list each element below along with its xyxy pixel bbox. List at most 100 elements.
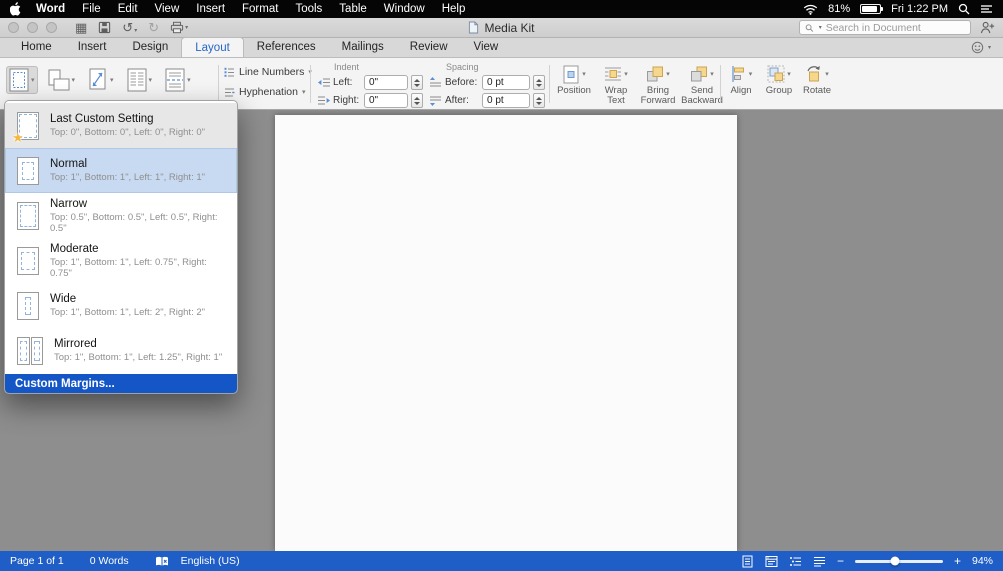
zoom-slider[interactable] xyxy=(855,560,943,563)
menubar-clock[interactable]: Fri 1:22 PM xyxy=(891,3,948,15)
margins-icon xyxy=(9,68,29,92)
indent-right-field[interactable]: 0" xyxy=(364,93,408,108)
battery-percent: 81% xyxy=(828,3,850,15)
language-status[interactable]: English (US) xyxy=(181,555,240,567)
redo-icon[interactable]: ↻ xyxy=(148,21,159,34)
print-layout-view-icon[interactable] xyxy=(741,555,754,568)
group-button[interactable]: ▾ Group xyxy=(762,64,796,96)
spacing-after-icon xyxy=(430,95,442,106)
menu-tools[interactable]: Tools xyxy=(295,3,322,15)
print-caret-icon[interactable]: ▾ xyxy=(185,24,188,31)
menu-window[interactable]: Window xyxy=(384,3,425,15)
menu-help[interactable]: Help xyxy=(442,3,466,15)
menu-insert[interactable]: Insert xyxy=(196,3,225,15)
send-backward-button[interactable]: ▾ Send Backward xyxy=(680,64,724,107)
spacing-after-field[interactable]: 0 pt xyxy=(482,93,530,108)
document-title: Media Kit xyxy=(484,21,534,35)
margins-option-wide[interactable]: Wide Top: 1", Bottom: 1", Left: 2", Righ… xyxy=(5,283,237,328)
ribbon-separator xyxy=(218,65,219,103)
bring-forward-button[interactable]: ▾ Bring Forward xyxy=(638,64,678,107)
margins-button[interactable]: ▾ xyxy=(6,66,38,94)
search-input[interactable] xyxy=(826,22,965,34)
margins-page-icon xyxy=(17,247,39,275)
spacing-before-field[interactable]: 0 pt xyxy=(482,75,530,90)
draft-view-icon[interactable] xyxy=(813,555,826,568)
tab-references[interactable]: References xyxy=(244,37,329,57)
outline-view-icon[interactable] xyxy=(789,555,802,568)
margins-option-title: Wide xyxy=(50,293,205,305)
search-scope-caret-icon[interactable]: ▾ xyxy=(819,24,822,31)
wrap-text-caret-icon: ▾ xyxy=(624,71,628,78)
indent-right-stepper[interactable] xyxy=(411,93,423,108)
spotlight-icon[interactable] xyxy=(958,3,970,15)
tab-mailings[interactable]: Mailings xyxy=(329,37,397,57)
custom-margins-button[interactable]: Custom Margins... xyxy=(5,374,237,393)
wifi-icon[interactable] xyxy=(803,4,818,15)
position-icon xyxy=(562,65,580,84)
orientation-button[interactable]: ▾ xyxy=(45,66,79,94)
document-search-box[interactable]: ▾ xyxy=(799,20,971,35)
wrap-text-button[interactable]: ▾ Wrap Text xyxy=(596,64,636,107)
spacing-before-icon xyxy=(430,77,442,88)
menu-view[interactable]: View xyxy=(155,3,180,15)
line-numbers-button[interactable]: Line Numbers ▾ xyxy=(224,66,312,78)
zoom-slider-knob[interactable] xyxy=(890,557,899,566)
indent-left-stepper[interactable] xyxy=(411,75,423,90)
undo-icon: ↺ xyxy=(122,20,133,35)
zoom-in-icon[interactable]: + xyxy=(954,555,961,567)
status-bar: Page 1 of 1 0 Words English (US) − + 94% xyxy=(0,551,1003,571)
ribbon-toggle-icon[interactable]: ▦ xyxy=(75,21,87,34)
hyphenation-button[interactable]: Hyphenation ▾ xyxy=(224,86,312,98)
ribbon-options-button[interactable]: ▾ xyxy=(971,37,991,57)
zoom-out-icon[interactable]: − xyxy=(837,555,844,567)
margins-option-title: Last Custom Setting xyxy=(50,113,205,125)
margins-option-moderate[interactable]: Moderate Top: 1", Bottom: 1", Left: 0.75… xyxy=(5,238,237,283)
rotate-label: Rotate xyxy=(803,86,831,96)
group-label: Group xyxy=(766,86,792,96)
proofing-status-icon[interactable] xyxy=(155,556,169,567)
save-icon[interactable] xyxy=(98,21,111,34)
columns-button[interactable]: ▾ xyxy=(124,66,156,94)
undo-caret-icon[interactable]: ▾ xyxy=(134,28,137,34)
menu-table[interactable]: Table xyxy=(339,3,367,15)
indent-left-field[interactable]: 0" xyxy=(364,75,408,90)
share-add-person-icon[interactable] xyxy=(980,21,995,34)
size-button[interactable]: ▾ xyxy=(85,66,117,94)
align-button[interactable]: ▾ Align xyxy=(724,64,758,96)
spacing-group: Spacing Before: 0 pt After: 0 pt xyxy=(430,61,545,111)
print-button[interactable]: ▾ xyxy=(170,21,188,34)
spacing-group-label: Spacing xyxy=(446,62,545,72)
spacing-after-stepper[interactable] xyxy=(533,93,545,108)
position-button[interactable]: ▾ Position xyxy=(554,64,594,107)
tab-view[interactable]: View xyxy=(461,37,512,57)
notification-center-icon[interactable] xyxy=(980,4,993,14)
document-page[interactable] xyxy=(275,115,737,551)
menu-word[interactable]: Word xyxy=(36,3,65,15)
word-count-status[interactable]: 0 Words xyxy=(90,555,129,567)
rotate-button[interactable]: ▾ Rotate xyxy=(800,64,834,96)
spacing-after-label: After: xyxy=(445,95,479,106)
margins-option-mirrored[interactable]: Mirrored Top: 1", Bottom: 1", Left: 1.25… xyxy=(5,328,237,373)
tab-layout[interactable]: Layout xyxy=(181,37,244,57)
zoom-percent[interactable]: 94% xyxy=(972,555,993,567)
zoom-button[interactable] xyxy=(46,22,57,33)
margins-option-narrow[interactable]: Narrow Top: 0.5", Bottom: 0.5", Left: 0.… xyxy=(5,193,237,238)
close-button[interactable] xyxy=(8,22,19,33)
breaks-button[interactable]: ▾ xyxy=(162,66,194,94)
tab-insert[interactable]: Insert xyxy=(65,37,120,57)
menu-format[interactable]: Format xyxy=(242,3,278,15)
spacing-before-stepper[interactable] xyxy=(533,75,545,90)
web-layout-view-icon[interactable] xyxy=(765,555,778,568)
battery-icon[interactable] xyxy=(860,4,881,14)
tab-design[interactable]: Design xyxy=(119,37,181,57)
minimize-button[interactable] xyxy=(27,22,38,33)
undo-button[interactable]: ↺▾ xyxy=(122,21,137,35)
tab-review[interactable]: Review xyxy=(397,37,461,57)
tab-home[interactable]: Home xyxy=(8,37,65,57)
margins-option-last-custom[interactable]: ★ Last Custom Setting Top: 0", Bottom: 0… xyxy=(5,103,237,148)
margins-option-normal[interactable]: Normal Top: 1", Bottom: 1", Left: 1", Ri… xyxy=(5,148,237,193)
menu-file[interactable]: File xyxy=(82,3,101,15)
menu-edit[interactable]: Edit xyxy=(118,3,138,15)
apple-menu-icon[interactable] xyxy=(10,2,22,16)
page-count-status[interactable]: Page 1 of 1 xyxy=(10,555,64,567)
